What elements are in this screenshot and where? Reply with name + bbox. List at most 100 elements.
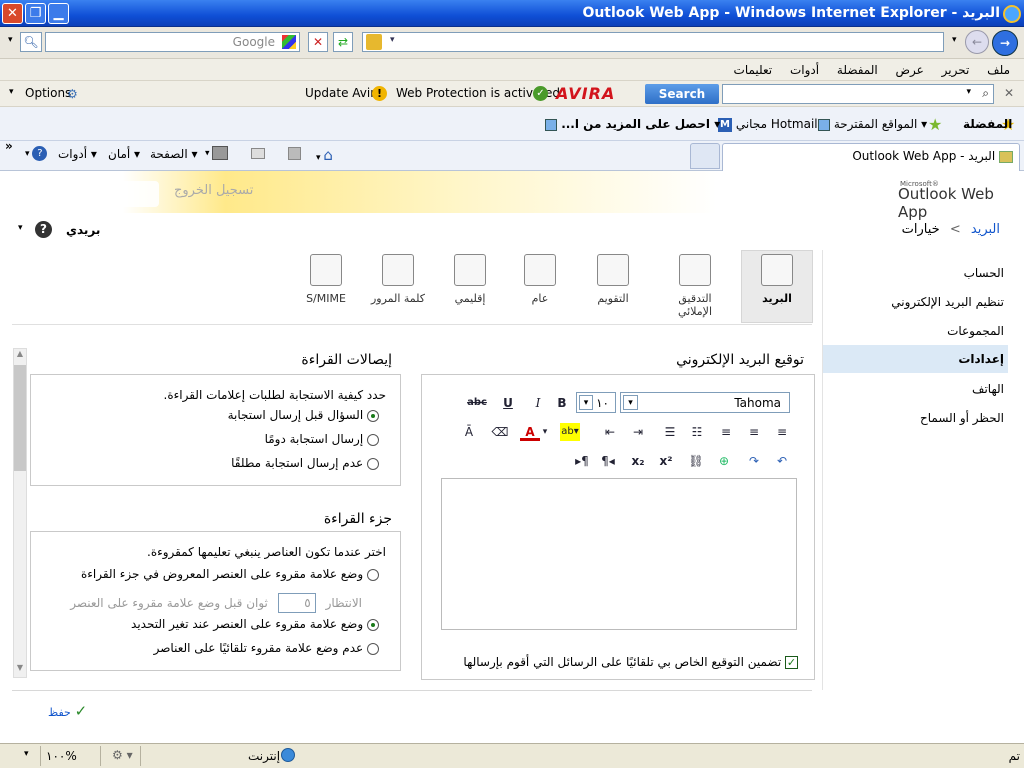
- numbered-list-icon[interactable]: ☰: [660, 423, 680, 441]
- superscript-icon[interactable]: x²: [656, 452, 676, 470]
- favorites-label[interactable]: المفضلة: [963, 117, 1012, 131]
- wait-seconds-input[interactable]: ٥: [277, 593, 316, 613]
- restore-button[interactable]: ❐: [25, 3, 46, 24]
- scroll-up-icon[interactable]: ▲: [14, 349, 26, 363]
- undo-icon[interactable]: ↶: [772, 452, 792, 470]
- signature-editor[interactable]: [441, 478, 797, 630]
- menu-help[interactable]: تعليمات: [734, 59, 773, 81]
- nav-organize-email[interactable]: تنظيم البريد الإلكتروني: [891, 295, 1004, 309]
- eraser-icon[interactable]: ⌫: [490, 423, 510, 441]
- menu-tools[interactable]: أدوات: [790, 59, 819, 81]
- safety-menu[interactable]: ▾ أمان: [108, 147, 140, 161]
- browser-tab-active[interactable]: البريد - Outlook Web App: [722, 143, 1020, 171]
- breadcrumb-mail[interactable]: البريد: [971, 222, 1000, 237]
- tab-regional[interactable]: إقليمي: [435, 250, 505, 305]
- remove-link-icon[interactable]: ⛓: [686, 452, 706, 470]
- avira-search-button[interactable]: Search: [645, 84, 719, 104]
- font-color-dropdown-icon[interactable]: ▾: [540, 423, 550, 441]
- nav-settings[interactable]: إعدادات: [958, 352, 1004, 366]
- tools-menu[interactable]: ▾ أدوات: [58, 147, 97, 161]
- new-tab-button[interactable]: [690, 143, 720, 169]
- feeds-button[interactable]: [288, 146, 301, 160]
- bullet-list-icon[interactable]: ☷: [687, 423, 707, 441]
- ltr-paragraph-icon[interactable]: ▸¶: [572, 452, 592, 470]
- zoom-level[interactable]: ١٠٠%: [46, 749, 77, 763]
- receipt-radio-ask[interactable]: [367, 409, 379, 422]
- my-mail-label[interactable]: بريدي: [66, 223, 100, 237]
- stop-button[interactable]: ✕: [308, 32, 328, 52]
- underline-button[interactable]: U: [498, 394, 518, 412]
- zoom-dropdown-icon[interactable]: ▾: [24, 749, 29, 759]
- scroll-down-icon[interactable]: ▼: [14, 663, 26, 677]
- my-mail-dropdown[interactable]: ▾: [18, 223, 23, 233]
- nav-account[interactable]: الحساب: [964, 266, 1004, 280]
- outdent-icon[interactable]: ⇤: [600, 423, 620, 441]
- mail-button[interactable]: [251, 146, 265, 160]
- reading-radio-selection[interactable]: [367, 618, 379, 631]
- search-dropdown-icon[interactable]: ▾: [8, 35, 13, 45]
- font-color-icon[interactable]: A: [520, 423, 540, 441]
- back-button[interactable]: ←: [965, 30, 989, 54]
- save-button[interactable]: حفظ ✓: [48, 702, 87, 720]
- refresh-button[interactable]: ⇄: [333, 32, 353, 52]
- search-go-button[interactable]: 🔍︎: [20, 32, 42, 52]
- address-input[interactable]: ▾: [362, 32, 944, 52]
- menu-edit[interactable]: تحرير: [942, 59, 970, 81]
- reading-radio-never[interactable]: [367, 642, 379, 655]
- home-button[interactable]: ▾ ⌂: [316, 146, 333, 164]
- reading-radio-viewed[interactable]: [367, 568, 379, 581]
- avira-search-input[interactable]: ⌕ ▾: [722, 84, 994, 104]
- options-button[interactable]: Options: [25, 86, 71, 100]
- highlight-icon[interactable]: ab▾: [560, 423, 580, 441]
- insert-link-icon[interactable]: ⊕: [714, 452, 734, 470]
- indent-icon[interactable]: ⇥: [628, 423, 648, 441]
- receipt-radio-always[interactable]: [367, 433, 379, 446]
- font-select[interactable]: Tahoma ▾: [620, 392, 790, 413]
- font-size-select[interactable]: ١٠ ▾: [576, 392, 616, 413]
- tab-spelling[interactable]: التدقيق الإملائي: [660, 250, 730, 318]
- align-left-icon[interactable]: ≡: [716, 423, 736, 441]
- bold-button[interactable]: B: [552, 394, 572, 412]
- tab-general[interactable]: عام: [505, 250, 575, 305]
- italic-button[interactable]: I: [528, 394, 548, 412]
- receipt-option-always[interactable]: إرسال استجابة دومًا: [265, 432, 379, 446]
- subscript-icon[interactable]: x₂: [628, 452, 648, 470]
- nav-phone[interactable]: الهاتف: [972, 382, 1004, 396]
- update-avira-button[interactable]: Update Avira: [305, 86, 383, 100]
- options-dropdown-icon[interactable]: ▾: [9, 87, 14, 97]
- search-input[interactable]: Google: [45, 32, 300, 52]
- include-signature-checkbox[interactable]: ✓: [785, 656, 798, 669]
- tab-mail[interactable]: البريد: [742, 250, 812, 305]
- tab-smime[interactable]: S/MIME: [291, 250, 361, 305]
- hotmail-link[interactable]: Hotmail مجاني M: [718, 117, 818, 132]
- print-button[interactable]: ▾: [205, 146, 229, 160]
- menu-file[interactable]: ملف: [987, 59, 1010, 81]
- avira-search-dropdown-icon[interactable]: ▾: [966, 87, 971, 97]
- help-icon[interactable]: ?: [35, 221, 52, 238]
- tab-password[interactable]: كلمة المرور: [363, 250, 433, 305]
- protected-mode-icon[interactable]: ⚙ ▾: [112, 748, 133, 762]
- content-scrollbar[interactable]: ▲ ▼: [13, 348, 27, 678]
- reading-option-never[interactable]: عدم وضع علامة مقروء تلقائيًا على العناصر: [154, 641, 379, 655]
- get-more-addons-link[interactable]: ▾ احصل على المزيد من ا...: [545, 117, 720, 131]
- help-menu-icon[interactable]: ▾ ?: [25, 146, 48, 161]
- suggested-sites-link[interactable]: ▾ المواقع المقترحة: [818, 117, 927, 131]
- tab-calendar[interactable]: التقويم: [578, 250, 648, 305]
- forward-button[interactable]: →: [992, 30, 1018, 56]
- nav-block-allow[interactable]: الحظر أو السماح: [920, 411, 1004, 425]
- receipt-radio-never[interactable]: [367, 457, 379, 470]
- nav-groups[interactable]: المجموعات: [947, 324, 1004, 338]
- receipt-option-never[interactable]: عدم إرسال استجابة مطلقًا: [231, 456, 379, 470]
- strikethrough-button[interactable]: abc: [467, 394, 487, 412]
- receipt-option-ask[interactable]: السؤال قبل إرسال استجابة: [228, 408, 379, 422]
- close-button[interactable]: ✕: [2, 3, 23, 24]
- close-toolbar-icon[interactable]: ✕: [1004, 86, 1014, 100]
- redo-icon[interactable]: ↷: [744, 452, 764, 470]
- rtl-paragraph-icon[interactable]: ¶◂: [598, 452, 618, 470]
- align-right-icon[interactable]: ≡: [772, 423, 792, 441]
- clear-format-icon[interactable]: Ā: [459, 423, 479, 441]
- minimize-button[interactable]: ▁: [48, 3, 69, 24]
- menu-view[interactable]: عرض: [896, 59, 924, 81]
- reading-option-viewed[interactable]: وضع علامة مقروء على العنصر المعروض في جز…: [81, 567, 379, 581]
- recent-pages-icon[interactable]: ▾: [952, 35, 957, 45]
